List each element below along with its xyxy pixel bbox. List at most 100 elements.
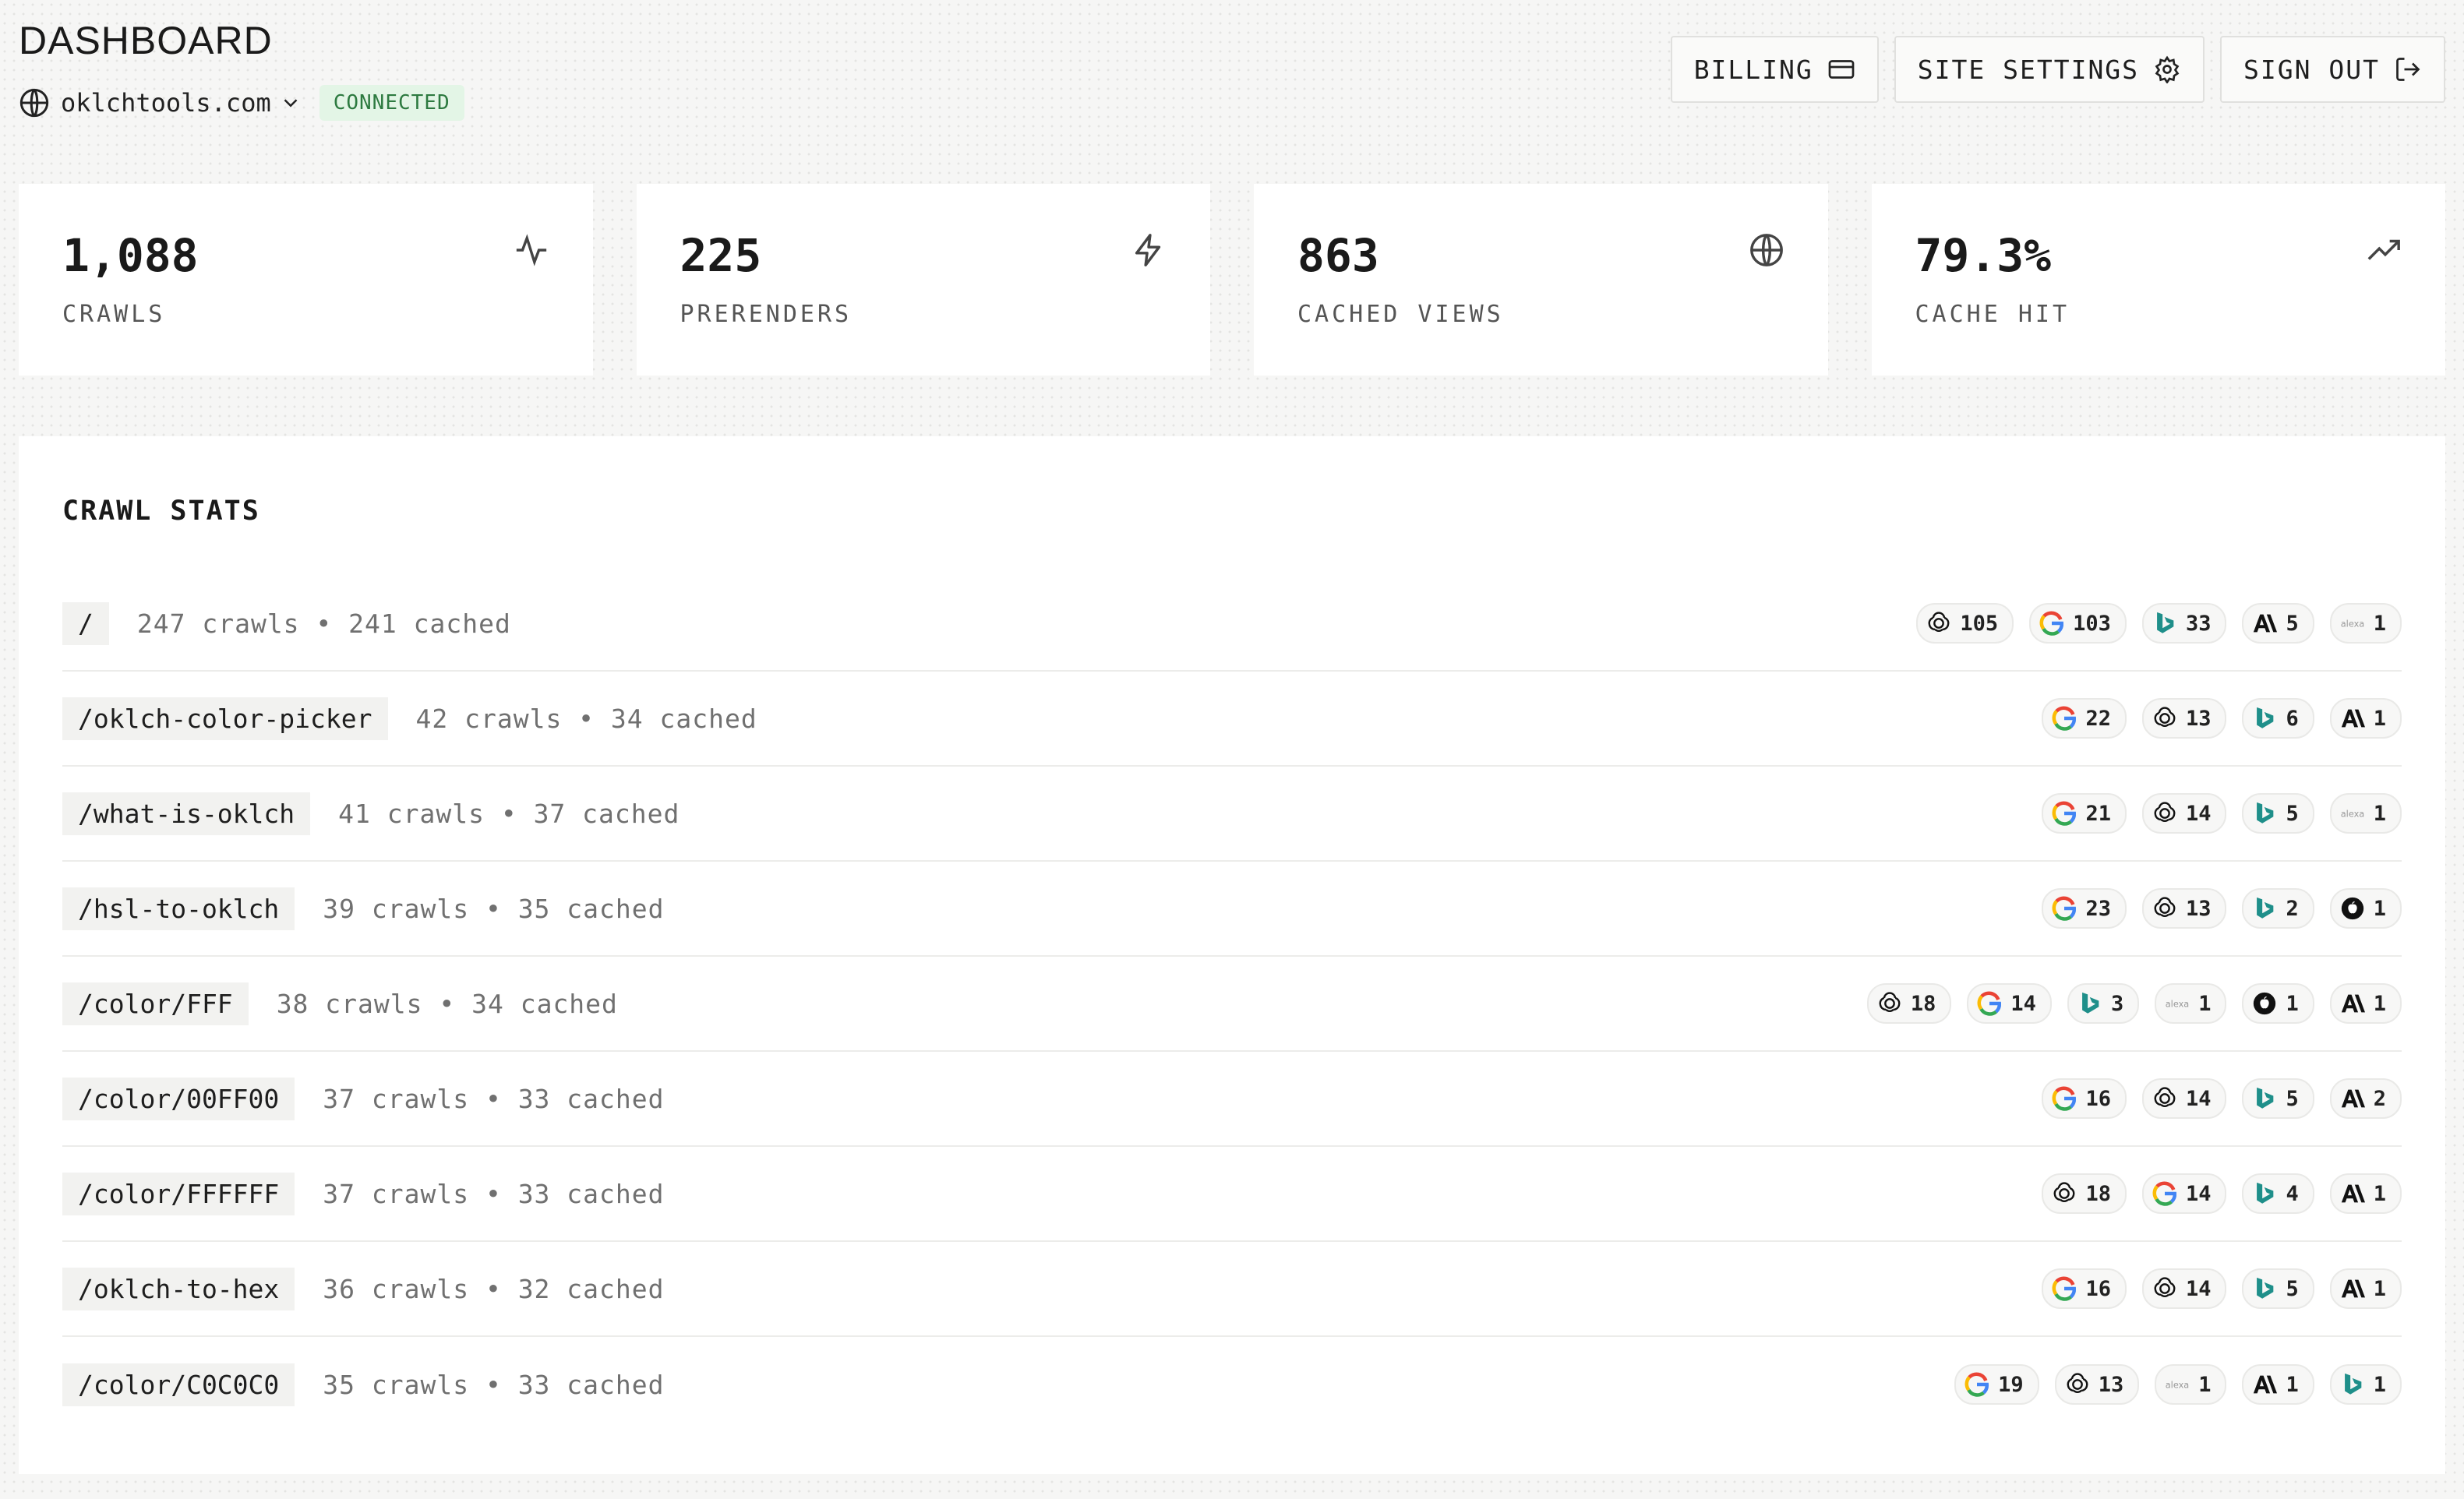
path-label[interactable]: /color/FFFFFF — [62, 1172, 295, 1215]
bing-icon — [2077, 990, 2103, 1017]
credit-card-icon — [1827, 55, 1855, 83]
crawl-summary: 37 crawls • 33 cached — [323, 1178, 665, 1209]
path-label[interactable]: /color/00FF00 — [62, 1077, 295, 1120]
site-name: oklchtools.com — [61, 88, 271, 118]
anthropic-icon — [2339, 1085, 2366, 1112]
site-selector[interactable]: oklchtools.com CONNECTED — [19, 84, 464, 122]
crawl-summary: 38 crawls • 34 cached — [276, 988, 618, 1019]
bot-badge-google: 19 — [1954, 1364, 2039, 1405]
crawl-row[interactable]: /color/C0C0C0 35 crawls • 33 cached 19 13 al… — [62, 1337, 2402, 1432]
bot-badge-bing: 2 — [2242, 888, 2314, 929]
openai-icon — [2152, 705, 2178, 732]
crawl-row[interactable]: /what-is-oklch 41 crawls • 37 cached 21 14 5… — [62, 767, 2402, 862]
alexa-icon: alexa — [2164, 990, 2190, 1017]
path-label[interactable]: /oklch-color-picker — [62, 697, 388, 740]
crawl-summary: 35 crawls • 33 cached — [323, 1369, 665, 1400]
bot-count: 14 — [2185, 1086, 2212, 1111]
bot-count: 33 — [2185, 611, 2212, 636]
bot-count: 18 — [1910, 991, 1936, 1016]
openai-icon — [2152, 800, 2178, 827]
bot-count: 22 — [2085, 706, 2111, 731]
stat-card-prerenders: 225 PRERENDERS — [636, 184, 1210, 376]
alexa-icon: alexa — [2164, 1371, 2190, 1398]
stats-row: 1,088 CRAWLS 225 PRERENDERS 863 CACHED V… — [19, 184, 2445, 376]
stat-card-cached-views: 863 CACHED VIEWS — [1254, 184, 1828, 376]
anthropic-icon — [2251, 1371, 2278, 1398]
bot-count: 105 — [1960, 611, 1999, 636]
bot-badges: 18 14 4 1 — [2042, 1173, 2402, 1214]
sign-out-label: SIGN OUT — [2243, 54, 2380, 85]
sign-out-button[interactable]: SIGN OUT — [2220, 36, 2445, 103]
bot-badge-openai: 13 — [2141, 888, 2227, 929]
crawl-summary: 42 crawls • 34 cached — [415, 703, 757, 734]
zap-icon — [1131, 232, 1167, 268]
bot-count: 18 — [2085, 1181, 2111, 1206]
bot-badge-anthropic: 5 — [2242, 603, 2314, 644]
bot-badge-bing: 4 — [2242, 1173, 2314, 1214]
bot-count: 1 — [2286, 991, 2299, 1016]
openai-icon — [2051, 1180, 2077, 1207]
bot-count: 1 — [2373, 1181, 2386, 1206]
path-label[interactable]: /color/FFF — [62, 982, 249, 1025]
stat-label: CACHED VIEWS — [1297, 301, 1504, 328]
bot-badge-bing: 5 — [2242, 793, 2314, 834]
bot-badge-apple: 1 — [2329, 888, 2402, 929]
bot-count: 1 — [2373, 991, 2386, 1016]
crawl-row[interactable]: /color/FFF 38 crawls • 34 cached 18 14 3 alex… — [62, 957, 2402, 1052]
stat-value: 1,088 — [62, 229, 199, 282]
billing-button[interactable]: BILLING — [1670, 36, 1879, 103]
crawl-stats-panel: CRAWL STATS / 247 crawls • 241 cached 105 1… — [19, 436, 2445, 1474]
crawl-row[interactable]: /color/00FF00 37 crawls • 33 cached 16 14 5 2 — [62, 1052, 2402, 1147]
page-title: DASHBOARD — [19, 19, 273, 62]
crawl-row[interactable]: /oklch-to-hex 36 crawls • 32 cached 16 14 5 1 — [62, 1242, 2402, 1337]
path-label[interactable]: / — [62, 601, 109, 645]
bot-count: 13 — [2098, 1372, 2124, 1397]
crawl-summary: 39 crawls • 35 cached — [323, 893, 665, 924]
bot-badges: 21 14 5 alexa 1 — [2042, 793, 2402, 834]
crawl-row[interactable]: / 247 crawls • 241 cached 105 103 33 5 alexa 1 — [62, 577, 2402, 672]
openai-icon — [2152, 895, 2178, 922]
bot-badge-bing: 6 — [2242, 698, 2314, 739]
bing-icon — [2152, 610, 2178, 637]
globe-icon — [1749, 232, 1784, 268]
path-label[interactable]: /color/C0C0C0 — [62, 1363, 295, 1406]
bot-badge-google: 14 — [2141, 1173, 2227, 1214]
svg-text:alexa: alexa — [2166, 1379, 2190, 1390]
google-icon — [1964, 1371, 1990, 1398]
section-title: CRAWL STATS — [62, 496, 260, 527]
bot-count: 5 — [2286, 801, 2299, 826]
bot-badge-anthropic: 2 — [2329, 1078, 2402, 1119]
bot-badge-bing: 33 — [2141, 603, 2227, 644]
alexa-icon: alexa — [2339, 800, 2366, 827]
crawl-summary: 36 crawls • 32 cached — [323, 1273, 665, 1304]
bot-badge-google: 14 — [1967, 983, 2052, 1024]
stat-label: CRAWLS — [62, 301, 166, 328]
bot-badge-alexa: alexa 1 — [2329, 793, 2402, 834]
bot-count: 19 — [1998, 1372, 2024, 1397]
google-icon — [2051, 1275, 2077, 1302]
bot-badges: 19 13 alexa 1 1 1 — [1954, 1364, 2402, 1405]
google-icon — [2051, 1085, 2077, 1112]
crawl-stats-list: /247 crawls • 241 cached 105 103 33 5 alexa 1/… — [62, 577, 2402, 1432]
stat-card-cache-hit: 79.3% CACHE HIT — [1871, 184, 2445, 376]
path-label[interactable]: /what-is-oklch — [62, 792, 311, 835]
bot-badge-google: 16 — [2042, 1268, 2127, 1309]
crawl-summary: 247 crawls • 241 cached — [136, 608, 511, 639]
bot-badge-alexa: alexa 1 — [2155, 983, 2227, 1024]
crawl-row[interactable]: /oklch-color-picker 42 crawls • 34 cached… — [62, 672, 2402, 767]
bot-badge-alexa: alexa 1 — [2329, 603, 2402, 644]
site-settings-button[interactable]: SITE SETTINGS — [1894, 36, 2205, 103]
bot-badge-google: 23 — [2042, 888, 2127, 929]
bot-count: 21 — [2085, 801, 2111, 826]
path-label[interactable]: /oklch-to-hex — [62, 1267, 295, 1310]
bot-count: 2 — [2373, 1086, 2386, 1111]
bot-badge-bing: 5 — [2242, 1268, 2314, 1309]
openai-icon — [1876, 990, 1903, 1017]
path-label[interactable]: /hsl-to-oklch — [62, 887, 295, 930]
bot-badge-google: 22 — [2042, 698, 2127, 739]
chevron-down-icon — [279, 91, 302, 115]
anthropic-icon — [2339, 705, 2366, 732]
crawl-row[interactable]: /color/FFFFFF 37 crawls • 33 cached 18 14 4 1 — [62, 1147, 2402, 1242]
crawl-row[interactable]: /hsl-to-oklch 39 crawls • 35 cached 23 13 2 1 — [62, 862, 2402, 957]
log-out-icon — [2394, 55, 2422, 83]
